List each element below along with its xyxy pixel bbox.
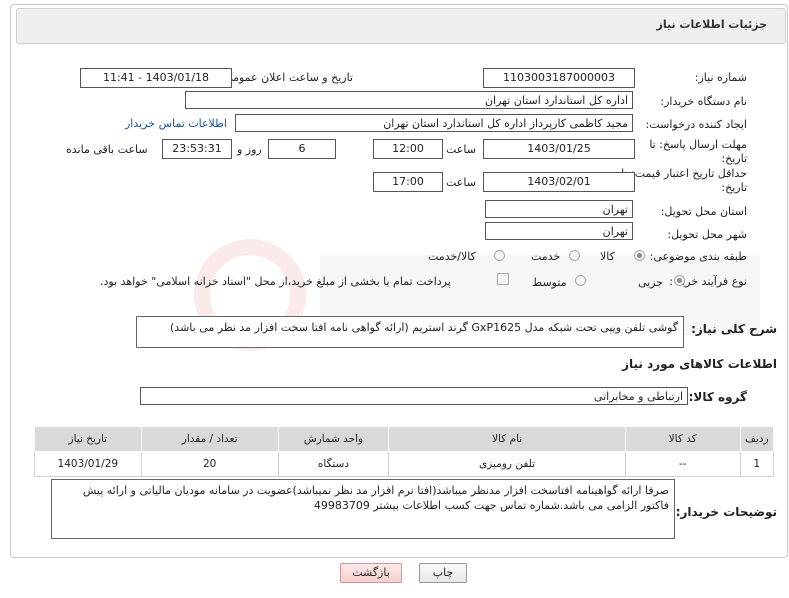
- col-header-name: نام کالا: [388, 426, 626, 452]
- deadline-label-date: تاریخ:: [721, 152, 747, 165]
- buyer-org-field: اداره کل استاندارد استان تهران: [185, 91, 633, 109]
- print-button[interactable]: چاپ: [419, 563, 467, 583]
- cell-unit: دستگاه: [277, 451, 390, 477]
- delivery-city-field: تهران: [485, 222, 633, 240]
- col-header-quantity: تعداد / مقدار: [140, 426, 279, 452]
- col-header-unit: واحد شمارش: [277, 426, 390, 452]
- deadline-time-label: ساعت: [446, 143, 476, 156]
- cell-name: تلفن رومیزی: [388, 451, 626, 477]
- category-label: طبقه بندی موضوعی:: [649, 250, 747, 263]
- process-radio-medium[interactable]: [575, 275, 586, 286]
- delivery-province-label: استان محل تحویل:: [660, 205, 747, 218]
- price-validity-date-field: 1403/02/01: [483, 172, 635, 192]
- col-header-code: کد کالا: [624, 426, 741, 452]
- description-field: گوشی تلفن ویپی تحت شبکه مدل GxP1625 گرند…: [136, 316, 684, 348]
- page-title: جزئیات اطلاعات نیاز: [656, 18, 768, 31]
- buyer-notes-label: توضیحات خریدار:: [675, 505, 777, 519]
- goods-group-label: گروه کالا:: [688, 390, 747, 404]
- process-option-minor: جزیی: [638, 276, 664, 289]
- deadline-days-field: 6: [268, 139, 336, 159]
- need-number-field: 1103003187000003: [483, 68, 635, 88]
- cell-quantity: 20: [140, 451, 279, 477]
- delivery-province-field: تهران: [485, 200, 633, 218]
- col-header-need-date: تاریخ نیاز: [34, 426, 142, 452]
- buyer-notes-field: صرفا ارائه گواهینامه افتاسخت افزار مدنظر…: [51, 479, 675, 539]
- buyer-org-label: نام دستگاه خریدار:: [660, 95, 747, 108]
- category-option-both: کالا/خدمت: [428, 250, 476, 263]
- goods-section-title: اطلاعات کالاهای مورد نیاز: [622, 357, 777, 371]
- goods-group-field: ارتباطی و مخابراتی: [140, 387, 688, 405]
- back-button[interactable]: بازگشت: [340, 563, 402, 583]
- treasury-payment-checkbox[interactable]: [497, 273, 509, 285]
- delivery-city-label: شهر محل تحویل:: [667, 228, 747, 241]
- price-validity-label: حداقل تاریخ اعتبار قیمت: تا: [621, 167, 747, 180]
- category-option-service: خدمت: [531, 250, 561, 263]
- goods-table: ردیف کد کالا نام کالا واحد شمارش تعداد /…: [34, 426, 775, 477]
- price-validity-label-date: تاریخ:: [721, 181, 747, 194]
- deadline-label: مهلت ارسال پاسخ: تا: [649, 138, 747, 151]
- price-validity-time-label: ساعت: [446, 176, 476, 189]
- deadline-days-label: روز و: [237, 143, 262, 156]
- need-number-label: شماره نیاز:: [694, 71, 747, 84]
- remaining-time-field: 23:53:31: [162, 139, 232, 159]
- price-validity-time-field: 17:00: [373, 172, 443, 192]
- category-radio-goods[interactable]: [634, 250, 645, 261]
- buyer-contact-link[interactable]: اطلاعات تماس خریدار: [125, 117, 227, 130]
- category-option-goods: کالا: [600, 250, 615, 263]
- requester-label: ایجاد کننده درخواست:: [645, 118, 747, 131]
- description-label: شرح کلی نیاز:: [691, 322, 777, 336]
- category-radio-service[interactable]: [569, 250, 580, 261]
- cell-row-number: 1: [739, 451, 775, 477]
- treasury-payment-note: پرداخت تمام یا بخشی از مبلغ خرید،از محل …: [100, 275, 451, 288]
- table-header-row: ردیف کد کالا نام کالا واحد شمارش تعداد /…: [34, 426, 775, 452]
- announce-datetime-field: 1403/01/18 - 11:41: [80, 68, 232, 88]
- category-radio-both[interactable]: [494, 250, 505, 261]
- remaining-time-label: ساعت باقی مانده: [66, 143, 148, 156]
- table-row: 1 -- تلفن رومیزی دستگاه 20 1403/01/29: [34, 451, 775, 477]
- cell-code: --: [624, 451, 741, 477]
- deadline-time-field: 12:00: [373, 139, 443, 159]
- col-header-row-number: ردیف: [739, 426, 775, 452]
- deadline-date-field: 1403/01/25: [483, 139, 635, 159]
- cell-need-date: 1403/01/29: [34, 451, 142, 477]
- process-option-medium: متوسط: [532, 276, 567, 289]
- process-radio-minor[interactable]: [674, 275, 685, 286]
- announce-datetime-label: تاریخ و ساعت اعلان عمومی:: [220, 71, 353, 84]
- requester-field: مجید کاظمی کارپرداز اداره کل استاندارد ا…: [235, 114, 633, 132]
